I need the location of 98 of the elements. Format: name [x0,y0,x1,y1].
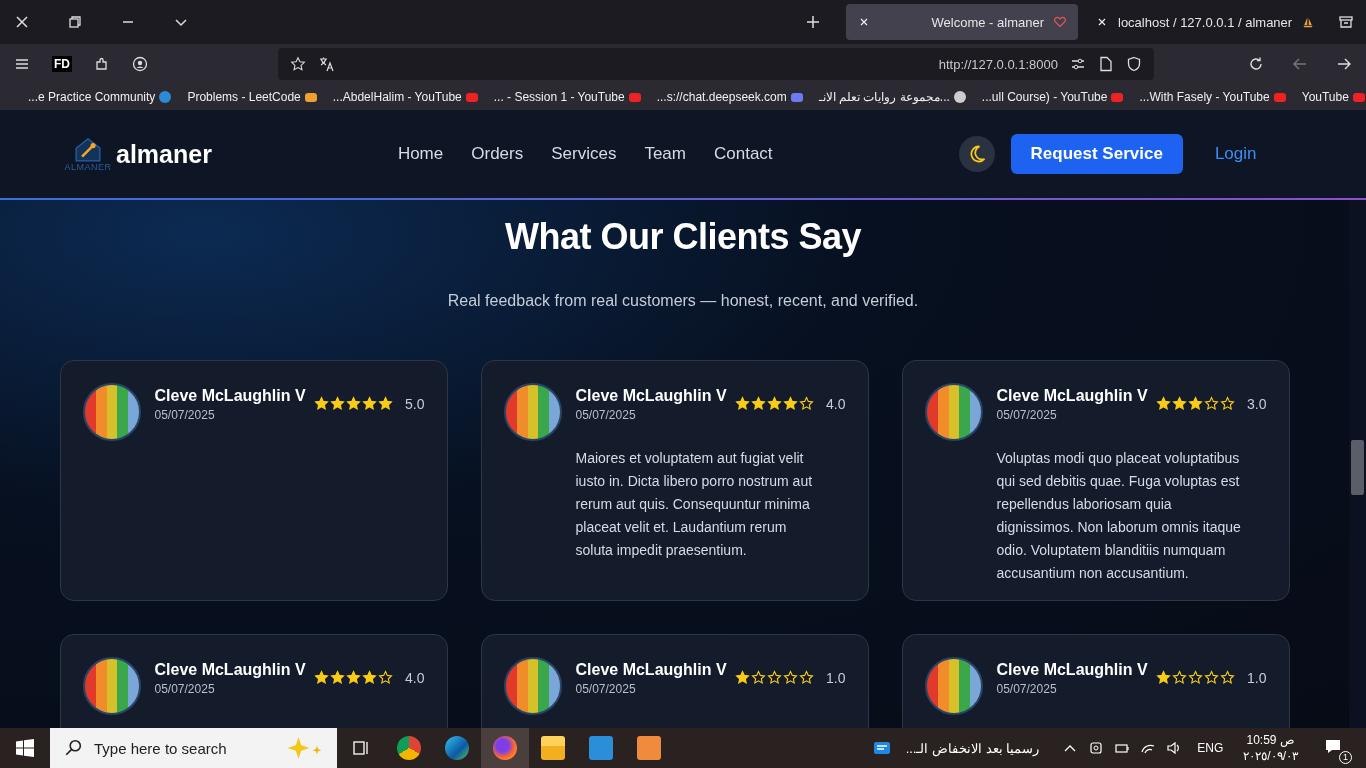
menu-icon[interactable] [14,56,30,72]
star-icon[interactable] [290,56,306,72]
empty-star-icon [1219,396,1235,411]
empty-star-icon [766,670,782,685]
extension-badge[interactable]: FD [52,56,72,72]
filled-star-icon [1155,670,1171,685]
review-date: 05/07/2025 [154,408,216,422]
nav-link[interactable]: Contact [714,144,773,164]
clock-date[interactable]: ٢٠٢٥/٠٩/٠٣ [1243,748,1298,764]
reviewer-name: Cleve McLaughlin V [154,387,306,405]
rating-value: 1.0 [1247,670,1267,686]
review-date: 05/07/2025 [154,682,216,696]
scrollbar[interactable] [1349,200,1366,728]
search-input[interactable]: Type here to search [92,738,273,758]
bookmark[interactable]: Problems - LeetCode [187,90,317,104]
filled-star-icon [766,396,782,411]
filled-star-icon [361,396,377,411]
shield-icon[interactable] [1126,56,1142,72]
account-icon[interactable] [132,56,148,72]
clock-time[interactable]: 10:59 ص [1246,732,1295,748]
filled-star-icon [734,396,750,411]
bookmark[interactable]: ...s://chat.deepseek.com [656,90,803,104]
search-icon [64,739,82,757]
bookmark[interactable]: YouTube [1301,90,1365,104]
page-icon[interactable] [1098,56,1114,72]
nav-link[interactable]: Home [397,144,444,164]
rating-value: 4.0 [405,670,425,686]
filled-star-icon [750,396,766,411]
reviewer-name: Cleve McLaughlin V [575,661,727,679]
close-icon[interactable] [1096,16,1108,28]
filled-star-icon [1187,396,1203,411]
close-icon[interactable] [858,16,870,28]
reload-icon[interactable] [1248,56,1264,72]
windows-start-icon[interactable] [15,738,35,758]
empty-star-icon [1187,670,1203,685]
address-bar[interactable]: http://127.0.0.1:8000 [278,48,1154,80]
filled-star-icon [782,396,798,411]
heart-icon [1054,16,1066,28]
reviewer-name: Cleve McLaughlin V [575,387,727,405]
rating-value: 4.0 [826,396,846,412]
bookmark[interactable]: ...ull Course) - YouTube [981,90,1124,104]
reviewer-name: Cleve McLaughlin V [154,661,306,679]
filled-star-icon [361,670,377,685]
close-icon[interactable] [14,14,30,30]
bookmark[interactable]: ...With Fasely - YouTube [1139,90,1286,104]
rating-value: 5.0 [405,396,425,412]
translate-icon[interactable] [318,56,334,72]
empty-star-icon [1219,670,1235,685]
browser-tab[interactable]: localhost / 127.0.0.1 / almaner [1084,4,1314,40]
review-text: Maiores et voluptatem aut fugiat velit iusto in. Dicta libero porro nostrum aut rerum aut quis. Consequuntur minima placeat velit et. Laudantium rerum soluta impedit praesentium. [575,449,814,560]
review-date: 05/07/2025 [575,682,637,696]
browser-tab[interactable]: Welcome - almaner [846,4,1078,40]
bookmark[interactable]: ... - Session 1 - YouTube [493,90,641,104]
nav-link[interactable]: Team [644,144,686,164]
rating-value: 3.0 [1247,396,1267,412]
reviewer-name: Cleve McLaughlin V [996,661,1148,679]
review-date: 05/07/2025 [575,408,637,422]
section-title: What Our Clients Say [504,216,862,258]
restore-icon[interactable] [67,14,83,30]
rating-value: 1.0 [826,670,846,686]
nav-link[interactable]: Services [551,144,617,164]
filled-star-icon [345,670,361,685]
login-link[interactable]: Login [1214,144,1257,164]
back-arrow-icon[interactable] [1292,56,1308,72]
plus-icon[interactable] [805,14,821,30]
empty-star-icon [1203,670,1219,685]
filled-star-icon [345,396,361,411]
empty-star-icon [798,670,814,685]
bookmark[interactable]: ...e Practice Community [28,90,172,104]
request-service-button[interactable]: Request Service [1010,134,1183,174]
notification-count: 1 [1339,751,1352,764]
review-date: 05/07/2025 [996,682,1058,696]
review-date: 05/07/2025 [996,408,1058,422]
news-headline[interactable]: رسميا بعد الانخفاض الـ... [905,740,1040,756]
filled-star-icon [313,396,329,411]
task-view-icon[interactable] [351,738,371,758]
filled-star-icon [1171,396,1187,411]
filled-star-icon [313,670,329,685]
empty-star-icon [782,670,798,685]
section-subtitle: Real feedback from real customers — honest, recent, and verified. [447,292,919,310]
taskbar-search-field[interactable]: Type here to search [50,728,337,768]
filled-star-icon [329,670,345,685]
reviewer-name: Cleve McLaughlin V [996,387,1148,405]
bookmark[interactable]: مجموعة روايات تعلم الانـ... [818,90,966,104]
brand-name[interactable]: almaner [116,139,212,169]
forward-arrow-icon[interactable] [1336,56,1352,72]
sliders-icon[interactable] [1070,56,1086,72]
filled-star-icon [377,396,393,411]
filled-star-icon [734,670,750,685]
theme-toggle[interactable] [958,136,995,172]
camera-icon[interactable] [1088,740,1105,756]
review-text: Voluptas modi quo placeat voluptatibus qui sed debitis quae. Fuga voluptas est repellendus laboriosam quia dignissimos. Non laborum omnis itaque odio. Voluptatem blanditiis numquam accusantium non accusantium. [996,449,1242,583]
bookmark[interactable]: ...AbdelHalim - YouTube [332,90,478,104]
filled-star-icon [1155,396,1171,411]
filled-star-icon [329,396,345,411]
language-indicator[interactable]: ENG [1197,741,1224,755]
nav-link[interactable]: Orders [471,144,524,164]
tray-icon[interactable] [1338,14,1354,30]
